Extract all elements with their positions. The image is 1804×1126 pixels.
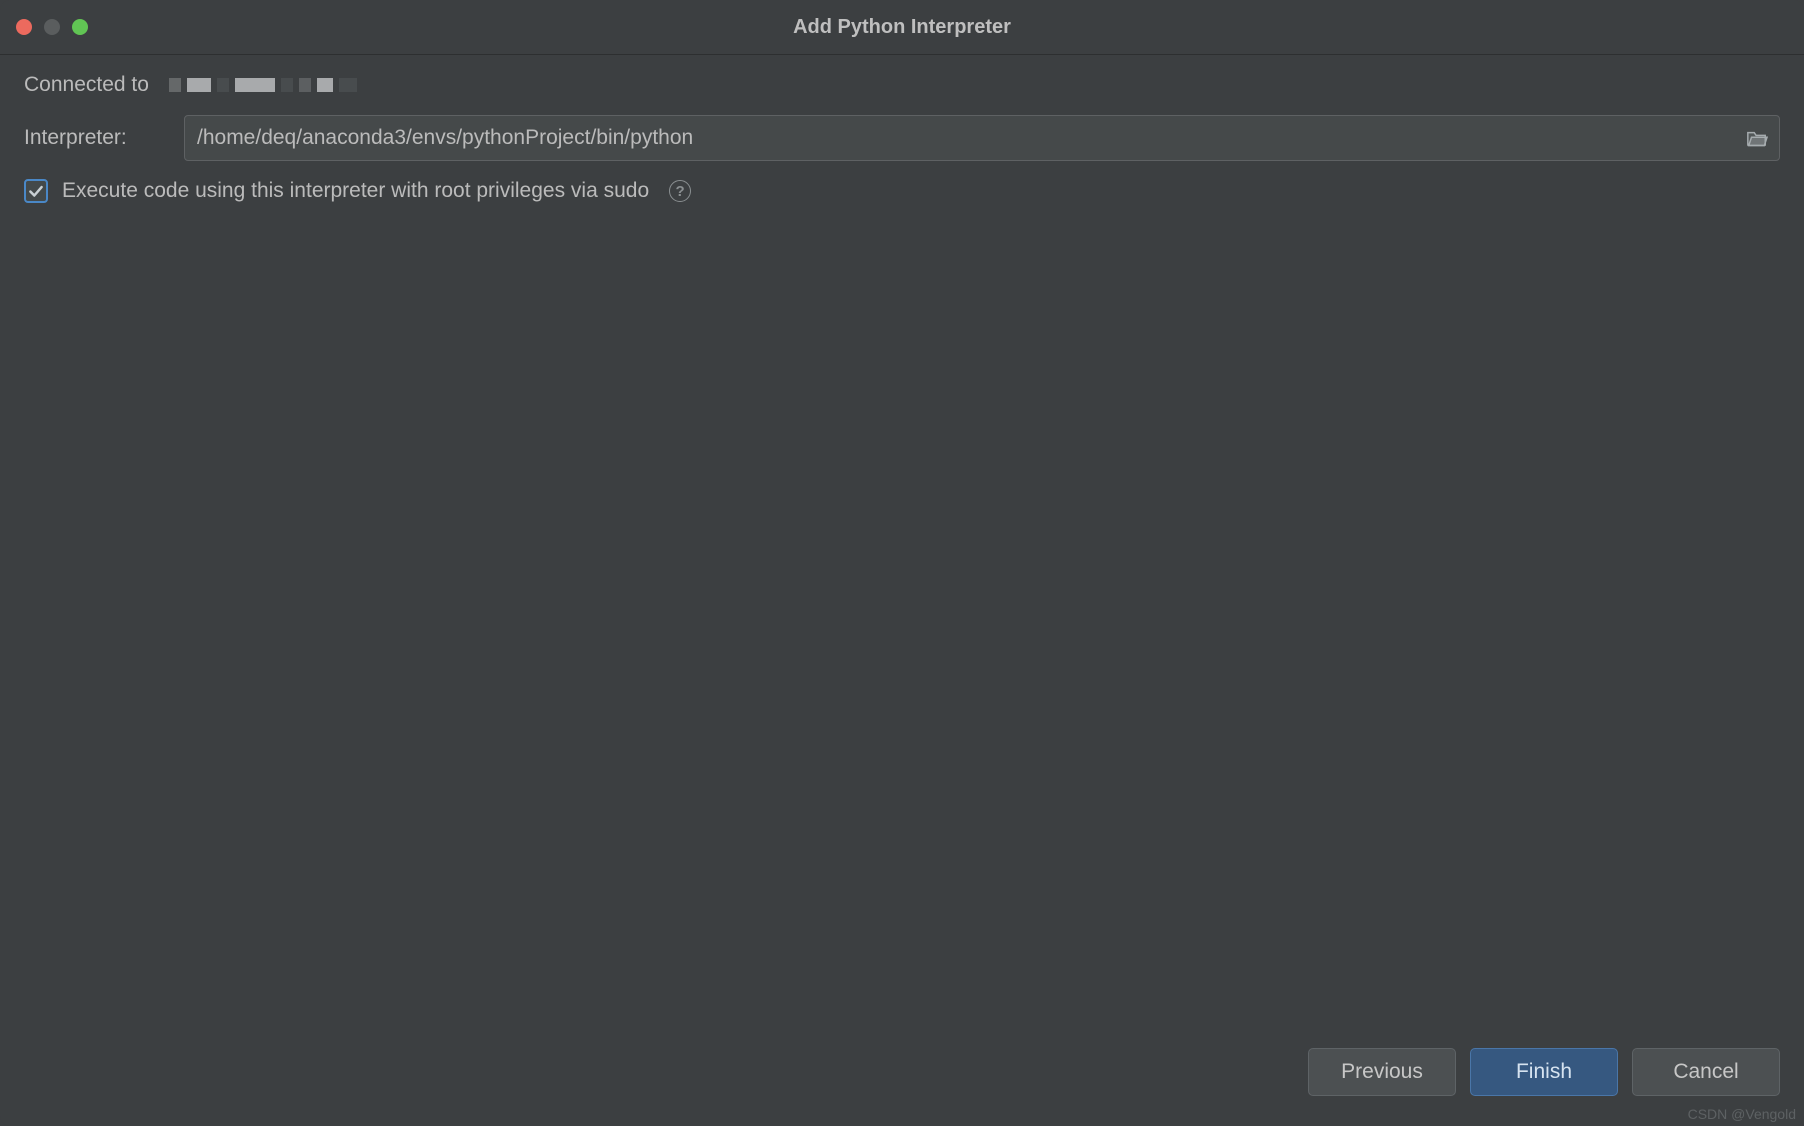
interpreter-label: Interpreter: [24, 126, 172, 150]
interpreter-path-input[interactable] [184, 115, 1780, 161]
help-icon[interactable]: ? [669, 180, 691, 202]
titlebar: Add Python Interpreter [0, 0, 1804, 55]
connected-to-value-redacted [169, 78, 357, 92]
connected-to-label: Connected to [24, 73, 149, 97]
dialog-title: Add Python Interpreter [793, 16, 1011, 39]
finish-button[interactable]: Finish [1470, 1048, 1618, 1096]
sudo-checkbox[interactable] [24, 179, 48, 203]
cancel-button[interactable]: Cancel [1632, 1048, 1780, 1096]
window-controls [16, 19, 88, 35]
watermark: CSDN @Vengold [1688, 1106, 1796, 1122]
sudo-checkbox-label: Execute code using this interpreter with… [62, 179, 649, 203]
dialog-button-bar: Previous Finish Cancel [1308, 1048, 1780, 1096]
maximize-window-button[interactable] [72, 19, 88, 35]
interpreter-row: Interpreter: [24, 115, 1780, 161]
dialog-content: Connected to Interpreter: [0, 55, 1804, 1126]
close-window-button[interactable] [16, 19, 32, 35]
folder-open-icon[interactable] [1746, 129, 1768, 147]
previous-button[interactable]: Previous [1308, 1048, 1456, 1096]
connected-to-row: Connected to [24, 73, 1780, 97]
minimize-window-button[interactable] [44, 19, 60, 35]
add-interpreter-dialog: Add Python Interpreter Connected to Inte… [0, 0, 1804, 1126]
interpreter-input-wrapper [184, 115, 1780, 161]
sudo-checkbox-row: Execute code using this interpreter with… [24, 179, 1780, 203]
